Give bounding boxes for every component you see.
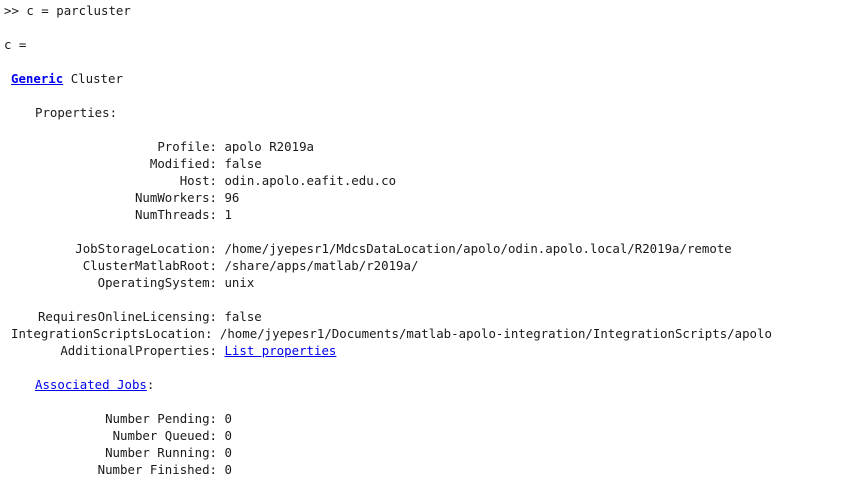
property-value: /home/jyepesr1/Documents/matlab-apolo-in…	[219, 326, 772, 341]
property-label: ClusterMatlabRoot:	[82, 258, 217, 273]
property-row-profile: Profile: apolo R2019a	[0, 138, 314, 155]
list-properties-link[interactable]: List properties	[224, 343, 336, 358]
command-text: c = parcluster	[26, 3, 131, 18]
job-count-value: 0	[224, 411, 232, 426]
property-value: odin.apolo.eafit.edu.co	[224, 173, 397, 188]
property-row-operatingsystem: OperatingSystem: unix	[0, 274, 255, 291]
associated-jobs-link[interactable]: Associated Jobs	[35, 377, 147, 392]
property-row-numthreads: NumThreads: 1	[0, 206, 232, 223]
property-value: false	[224, 309, 262, 324]
property-label: OperatingSystem:	[97, 275, 217, 290]
job-count-finished: Number Finished: 0	[0, 461, 232, 478]
job-count-label: Number Queued:	[112, 428, 217, 443]
property-row-clustermatlabroot: ClusterMatlabRoot: /share/apps/matlab/r2…	[0, 257, 419, 274]
generic-class-link[interactable]: Generic	[11, 71, 63, 86]
property-label: IntegrationScriptsLocation:	[11, 326, 213, 341]
property-row-jobstoragelocation: JobStorageLocation: /home/jyepesr1/MdcsD…	[0, 240, 732, 257]
property-label: Profile:	[157, 139, 217, 154]
property-value: /share/apps/matlab/r2019a/	[224, 258, 419, 273]
job-count-label: Number Running:	[105, 445, 217, 460]
property-row-integrationscriptslocation: IntegrationScriptsLocation: /home/jyepes…	[11, 325, 772, 342]
property-label: Host:	[179, 173, 217, 188]
property-value: 96	[224, 190, 240, 205]
job-count-value: 0	[224, 462, 232, 477]
property-value: unix	[224, 275, 255, 290]
job-count-queued: Number Queued: 0	[0, 427, 232, 444]
command-window[interactable]: >> c = parcluster c = Generic Cluster Pr…	[0, 0, 847, 488]
job-count-value: 0	[224, 428, 232, 443]
heading-colon: :	[146, 377, 155, 392]
job-count-pending: Number Pending: 0	[0, 410, 232, 427]
property-row-requiresonlinelicensing: RequiresOnlineLicensing: false	[0, 308, 262, 325]
property-value: false	[224, 156, 262, 171]
property-label: AdditionalProperties:	[60, 343, 217, 358]
properties-heading: Properties:	[35, 105, 118, 120]
property-label: RequiresOnlineLicensing:	[37, 309, 217, 324]
property-value: 1	[224, 207, 232, 222]
property-value: /home/jyepesr1/MdcsDataLocation/apolo/od…	[224, 241, 732, 256]
associated-jobs-heading: Associated Jobs:	[35, 376, 154, 393]
command-line: >> c = parcluster	[4, 2, 131, 19]
property-label: NumWorkers:	[134, 190, 217, 205]
job-count-label: Number Pending:	[105, 411, 217, 426]
variable-echo: c =	[4, 37, 27, 52]
property-row-host: Host: odin.apolo.eafit.edu.co	[0, 172, 396, 189]
property-row-additionalproperties: AdditionalProperties: List properties	[0, 342, 336, 359]
job-count-label: Number Finished:	[97, 462, 217, 477]
property-label: Modified:	[149, 156, 217, 171]
job-count-value: 0	[224, 445, 232, 460]
object-type-suffix: Cluster	[70, 71, 123, 86]
prompt: >>	[4, 3, 19, 18]
property-value: apolo R2019a	[224, 139, 314, 154]
object-header: Generic Cluster	[11, 70, 123, 87]
property-label: NumThreads:	[134, 207, 217, 222]
property-row-modified: Modified: false	[0, 155, 262, 172]
job-count-running: Number Running: 0	[0, 444, 232, 461]
property-label: JobStorageLocation:	[75, 241, 217, 256]
property-row-numworkers: NumWorkers: 96	[0, 189, 239, 206]
